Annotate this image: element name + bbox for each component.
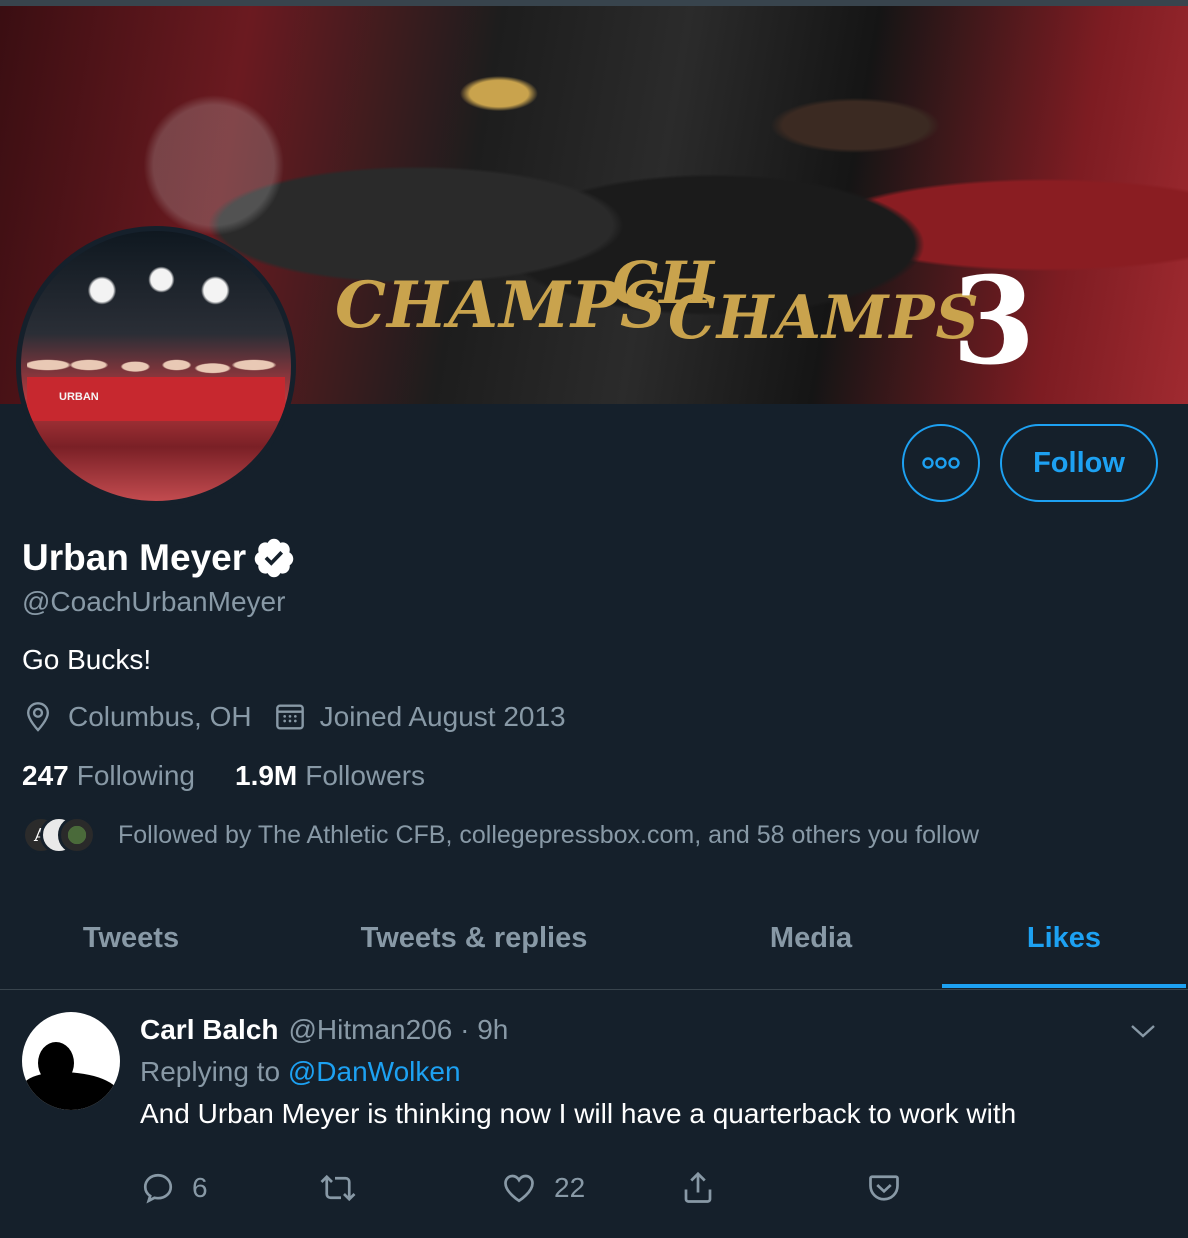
follower-avatar [58, 816, 96, 854]
joined-item: Joined August 2013 [274, 701, 566, 733]
verified-badge-icon [254, 538, 294, 578]
tab-likes[interactable]: Likes [942, 886, 1186, 990]
follow-button[interactable]: Follow [1000, 424, 1158, 502]
profile-name: Urban Meyer [22, 537, 247, 578]
profile-bio: Go Bucks! [22, 644, 152, 675]
followers-count: 1.9M [235, 760, 298, 791]
joined-text: Joined August 2013 [319, 701, 566, 732]
more-options-button[interactable] [902, 424, 980, 502]
profile-name-row: Urban Meyer [22, 536, 296, 580]
replying-to: Replying to @DanWolken [140, 1056, 461, 1088]
profile-tabs: Tweets Tweets & replies Media Likes [0, 886, 1188, 990]
reply-icon [143, 1173, 173, 1204]
tweet-author-handle-time: @Hitman206 · 9h [288, 1014, 509, 1045]
location-item: Columbus, OH [22, 700, 252, 734]
tab-tweets-replies[interactable]: Tweets & replies [262, 886, 686, 990]
share-button[interactable] [680, 1170, 732, 1206]
tweet-text: And Urban Meyer is thinking now I will h… [140, 1098, 1017, 1129]
tweet[interactable]: Carl Balch @Hitman206 · 9h Replying to @… [0, 992, 1188, 1238]
tweet-header: Carl Balch @Hitman206 · 9h [140, 1014, 508, 1046]
profile-avatar[interactable]: URBAN [16, 226, 296, 506]
banner-jersey-number: 3 [952, 251, 1037, 392]
like-button[interactable]: 22 [500, 1170, 585, 1206]
reply-button[interactable]: 6 [140, 1170, 208, 1206]
pocket-button[interactable] [866, 1170, 918, 1206]
profile-stats: 247 Following 1.9M Followers [22, 760, 465, 792]
location-text: Columbus, OH [68, 701, 252, 732]
share-icon [684, 1171, 712, 1203]
tab-media[interactable]: Media [686, 886, 936, 990]
tweet-actions: 6 22 [140, 1170, 1140, 1210]
tweet-author-avatar[interactable] [22, 1012, 120, 1110]
tweet-author-name[interactable]: Carl Balch [140, 1014, 279, 1046]
replying-to-link[interactable]: @DanWolken [288, 1056, 461, 1087]
following-link[interactable]: 247 Following [22, 760, 195, 792]
more-icon [922, 457, 960, 469]
followed-by-row[interactable]: A Followed by The Athletic CFB, collegep… [22, 816, 979, 854]
location-pin-icon [27, 702, 49, 732]
profile-meta: Columbus, OH Joined August 2013 [22, 700, 588, 734]
chevron-down-icon[interactable] [1128, 1020, 1158, 1042]
retweet-icon [320, 1174, 356, 1202]
profile-handle: @CoachUrbanMeyer [22, 586, 286, 617]
pocket-icon [869, 1175, 899, 1201]
avatar-shirt-text: URBAN [59, 391, 99, 403]
like-count: 22 [554, 1172, 586, 1203]
replying-to-prefix: Replying to [140, 1056, 281, 1087]
banner-shirt-text: CHAMPS [668, 283, 980, 353]
avatar-silhouette [22, 1072, 120, 1110]
reply-count: 6 [192, 1172, 208, 1203]
followers-link[interactable]: 1.9M Followers [235, 760, 425, 792]
tab-tweets[interactable]: Tweets [0, 886, 262, 990]
avatar-photo-content [27, 341, 285, 421]
calendar-icon [275, 704, 304, 730]
heart-icon [504, 1174, 534, 1203]
retweet-button[interactable] [318, 1170, 374, 1206]
following-count: 247 [22, 760, 69, 791]
followers-label: Followers [305, 760, 426, 791]
following-label: Following [76, 760, 195, 791]
followed-by-text: Followed by The Athletic CFB, collegepre… [118, 820, 980, 849]
